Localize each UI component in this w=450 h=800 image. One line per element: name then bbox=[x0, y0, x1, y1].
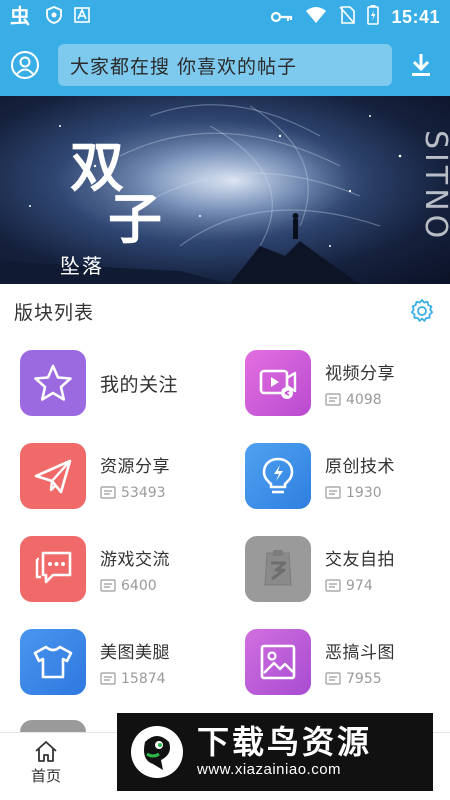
comment-icon bbox=[325, 671, 341, 685]
forum-icon-bg bbox=[245, 443, 311, 509]
gear-icon bbox=[410, 299, 434, 322]
forum-icon-bg bbox=[20, 536, 86, 602]
wifi-icon bbox=[305, 6, 327, 28]
forum-post-count: 1930 bbox=[325, 485, 395, 501]
font-icon bbox=[74, 7, 90, 27]
post-count-value: 53493 bbox=[121, 484, 166, 501]
post-count-value: 1930 bbox=[346, 484, 382, 501]
lightbulb-icon bbox=[262, 457, 294, 494]
forum-name: 游戏交流 bbox=[100, 549, 170, 570]
chat-icon bbox=[35, 551, 72, 584]
key-icon bbox=[271, 8, 293, 27]
clock: 15:41 bbox=[391, 6, 440, 27]
banner-title-line1: 双 bbox=[70, 135, 124, 199]
paper-plane-icon bbox=[34, 459, 72, 494]
forum-icon-bg bbox=[20, 350, 86, 416]
forum-post-count: 7955 bbox=[325, 671, 395, 687]
forum-name: 恶搞斗图 bbox=[325, 642, 395, 663]
watermark-title: 下载鸟资源 bbox=[197, 722, 373, 761]
shield-icon bbox=[46, 6, 62, 28]
watermark-overlay: 下载鸟资源 www.xiazainiao.com bbox=[117, 713, 433, 791]
forum-item-video-share[interactable]: 视频分享 4098 bbox=[245, 350, 395, 416]
post-count-value: 974 bbox=[346, 577, 373, 594]
banner-title-line2: 子 bbox=[108, 187, 162, 251]
post-count-value: 7955 bbox=[346, 670, 382, 687]
forum-post-count: 15874 bbox=[100, 671, 170, 687]
forum-post-count: 53493 bbox=[100, 485, 170, 501]
forum-icon-bg bbox=[245, 629, 311, 695]
comment-icon bbox=[325, 392, 341, 406]
tshirt-icon bbox=[33, 645, 73, 679]
home-icon bbox=[35, 741, 57, 762]
settings-button[interactable] bbox=[408, 297, 436, 325]
app-bar: 大家都在搜 你喜欢的帖子 bbox=[0, 34, 450, 96]
forum-item-meme-battle[interactable]: 恶搞斗图 7955 bbox=[245, 629, 395, 695]
forum-icon-bg bbox=[20, 443, 86, 509]
forum-name: 我的关注 bbox=[100, 373, 179, 396]
forum-item-game-chat[interactable]: 游戏交流 6400 bbox=[20, 536, 170, 602]
bird-logo-icon bbox=[131, 726, 183, 778]
comment-icon bbox=[325, 485, 341, 499]
forum-post-count: 4098 bbox=[325, 392, 395, 408]
user-avatar-button[interactable] bbox=[10, 50, 40, 80]
comment-icon bbox=[100, 485, 116, 499]
post-count-value: 6400 bbox=[121, 577, 157, 594]
forum-name: 视频分享 bbox=[325, 363, 395, 384]
star-icon bbox=[34, 364, 72, 401]
status-bar: 虫 15:41 bbox=[0, 0, 450, 34]
forum-item-friends-selfie[interactable]: 交友自拍 974 bbox=[245, 536, 395, 602]
svg-text:虫: 虫 bbox=[10, 4, 30, 26]
search-input[interactable]: 大家都在搜 你喜欢的帖子 bbox=[58, 44, 392, 86]
forum-icon-bg bbox=[20, 629, 86, 695]
forum-name: 美图美腿 bbox=[100, 642, 170, 663]
banner-side-text: SITNO bbox=[418, 130, 450, 243]
search-placeholder: 大家都在搜 你喜欢的帖子 bbox=[70, 55, 298, 78]
app-icon: 虫 bbox=[10, 4, 34, 30]
forum-item-my-follow[interactable]: 我的关注 bbox=[20, 350, 178, 416]
comment-icon bbox=[100, 578, 116, 592]
user-icon bbox=[11, 51, 39, 79]
section-header: 版块列表 bbox=[0, 284, 450, 338]
watermark-url: www.xiazainiao.com bbox=[197, 761, 342, 779]
forum-post-count: 6400 bbox=[100, 578, 170, 594]
forum-icon-partial bbox=[20, 720, 86, 732]
forum-item-original-tech[interactable]: 原创技术 1930 bbox=[245, 443, 395, 509]
battery-charging-icon bbox=[367, 5, 380, 29]
forum-item-pretty-pics[interactable]: 美图美腿 15874 bbox=[20, 629, 170, 695]
post-count-value: 4098 bbox=[346, 391, 382, 408]
app-screen: 虫 15:41 大家都在搜 你喜欢的帖子 双 子 坠落 SITNO 版块列表 我… bbox=[0, 0, 450, 800]
forum-name: 原创技术 bbox=[325, 456, 395, 477]
picture-icon bbox=[260, 644, 296, 680]
comment-icon bbox=[325, 578, 341, 592]
forum-name: 交友自拍 bbox=[325, 549, 395, 570]
comment-icon bbox=[100, 671, 116, 685]
forum-icon-bg bbox=[245, 350, 311, 416]
forum-post-count: 974 bbox=[325, 578, 395, 594]
forum-name: 资源分享 bbox=[100, 456, 170, 477]
no-sim-icon bbox=[339, 6, 356, 28]
nav-home-label: 首页 bbox=[30, 767, 61, 785]
download-icon bbox=[412, 54, 430, 76]
forum-item-resource-share[interactable]: 资源分享 53493 bbox=[20, 443, 170, 509]
banner-subtitle: 坠落 bbox=[60, 254, 104, 278]
nav-home-tab[interactable]: 首页 bbox=[22, 739, 70, 786]
placeholder-avatar-icon bbox=[264, 550, 292, 586]
download-button[interactable] bbox=[408, 50, 434, 80]
post-count-value: 15874 bbox=[121, 670, 166, 687]
video-share-icon bbox=[259, 369, 297, 399]
forum-icon-bg bbox=[245, 536, 311, 602]
section-title: 版块列表 bbox=[14, 301, 95, 324]
